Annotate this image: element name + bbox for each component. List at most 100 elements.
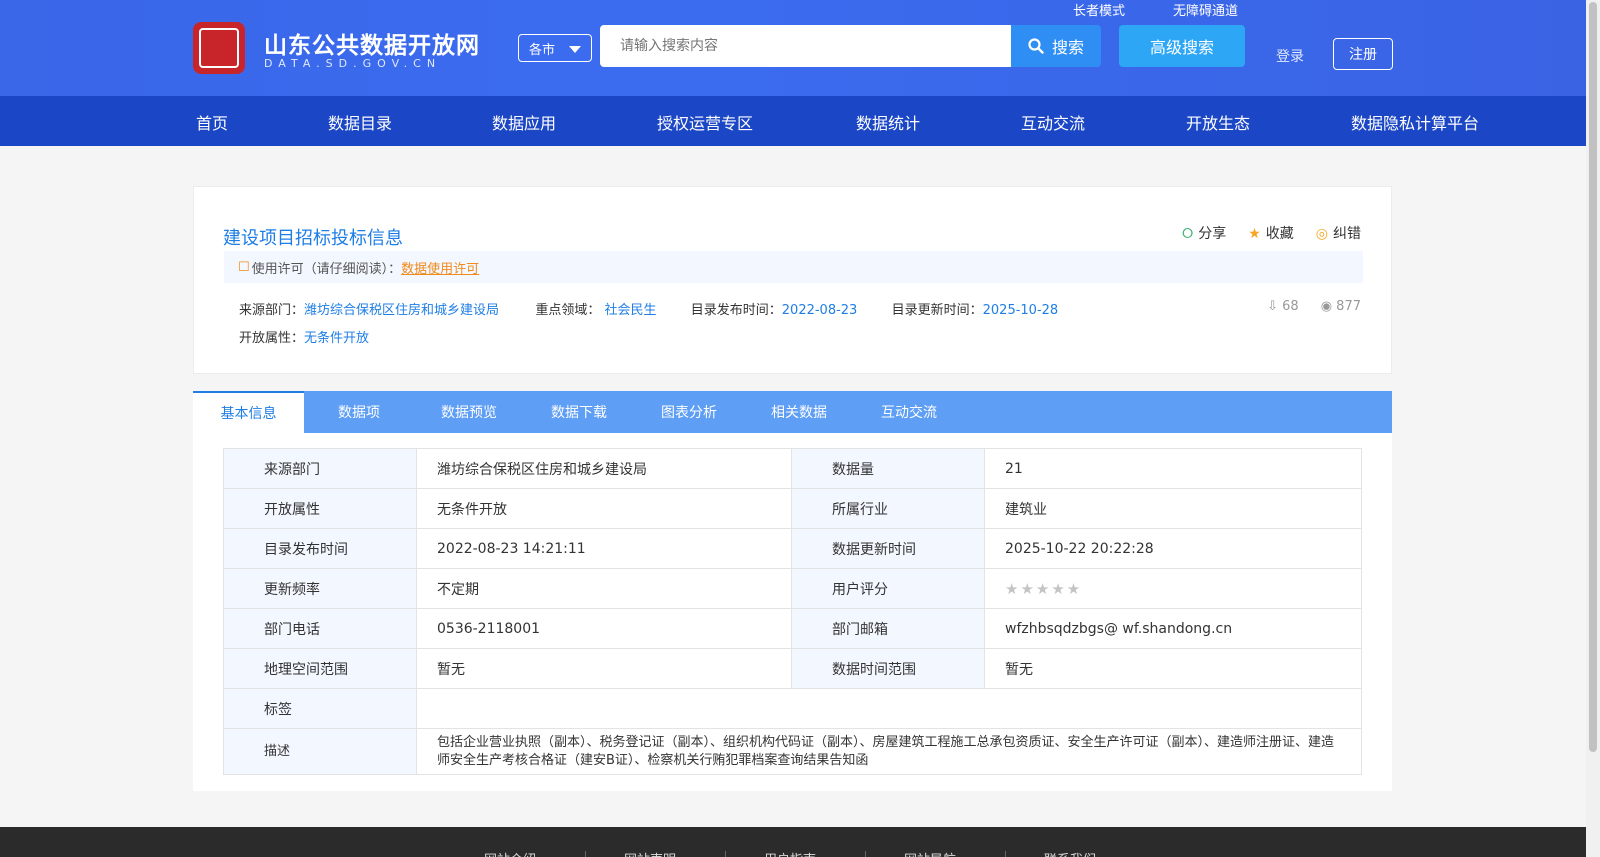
footer-link-guide[interactable]: 用户指南 — [764, 849, 816, 857]
site-logo-icon[interactable] — [193, 22, 245, 74]
search-button-label: 搜索 — [1051, 38, 1084, 57]
table-row: 地理空间范围 暂无 数据时间范围 暂无 — [223, 648, 1362, 689]
table-row: 描述 包括企业营业执照（副本）、税务登记证（副本）、组织机构代码证（副本）、房屋… — [223, 728, 1362, 775]
nav-item-privacy[interactable]: 数据隐私计算平台 — [1351, 110, 1479, 134]
info-label: 所属行业 — [791, 488, 985, 529]
tab-basic-info[interactable]: 基本信息 — [193, 391, 304, 433]
tab-related-data[interactable]: 相关数据 — [744, 391, 854, 433]
tab-interaction[interactable]: 互动交流 — [854, 391, 964, 433]
info-value: wfzhbsqdzbgs@ wf.shandong.cn — [984, 608, 1362, 649]
meta-row-2: 开放属性：无条件开放 — [239, 327, 369, 346]
user-rating[interactable]: ★★★★★ — [984, 568, 1362, 609]
bookmark-icon: ☐ — [238, 259, 250, 275]
footer-link-sitemap[interactable]: 网站导航 — [904, 849, 956, 857]
tag-value — [416, 688, 1362, 729]
nav-item-authorized[interactable]: 授权运营专区 — [657, 110, 753, 134]
source-value[interactable]: 潍坊综合保税区住房和城乡建设局 — [304, 303, 499, 318]
table-row: 来源部门 潍坊综合保税区住房和城乡建设局 数据量 21 — [223, 448, 1362, 489]
info-label: 部门邮箱 — [791, 608, 985, 649]
license-bar: ☐ 使用许可（请仔细阅读）： 数据使用许可 — [224, 251, 1363, 283]
site-header: 山东公共数据开放网 DATA.SD.GOV.CN 各市 搜索 高级搜索 长者模式… — [0, 0, 1586, 96]
site-title[interactable]: 山东公共数据开放网 — [264, 26, 480, 60]
info-value: 无条件开放 — [416, 488, 792, 529]
update-label: 目录更新时间： — [891, 303, 983, 318]
domain-label: 重点领域： — [535, 303, 601, 318]
search-input[interactable] — [600, 25, 1011, 67]
scrollbar-thumb[interactable] — [1589, 2, 1597, 752]
tab-chart-analysis[interactable]: 图表分析 — [634, 391, 744, 433]
nav-item-ecosystem[interactable]: 开放生态 — [1186, 110, 1250, 134]
download-count-value: 68 — [1282, 299, 1299, 314]
info-label: 数据更新时间 — [791, 528, 985, 569]
info-label: 来源部门 — [223, 448, 417, 489]
tab-data-preview[interactable]: 数据预览 — [414, 391, 524, 433]
info-value: 0536-2118001 — [416, 608, 792, 649]
search-button[interactable]: 搜索 — [1011, 25, 1101, 67]
elder-mode-link[interactable]: 长者模式 — [1073, 0, 1125, 19]
dataset-summary-card: 建设项目招标投标信息 ⭘ 分享 ★ 收藏 ◎ 纠错 ☐ 使用许可（请仔细阅读）： 数据… — [193, 186, 1392, 374]
info-value: 暂无 — [984, 648, 1362, 689]
open-value: 无条件开放 — [304, 331, 370, 346]
footer-link-statement[interactable]: 网站声明 — [624, 849, 676, 857]
tab-data-download[interactable]: 数据下载 — [524, 391, 634, 433]
share-button[interactable]: ⭘ 分享 — [1182, 223, 1226, 243]
table-row: 目录发布时间 2022-08-23 14:21:11 数据更新时间 2025-1… — [223, 528, 1362, 569]
advanced-search-button[interactable]: 高级搜索 — [1119, 25, 1245, 67]
register-button[interactable]: 注册 — [1333, 38, 1393, 70]
page-scrollbar[interactable] — [1586, 0, 1600, 857]
footer-divider — [865, 851, 866, 857]
nav-item-catalog[interactable]: 数据目录 — [328, 110, 392, 134]
city-select[interactable]: 各市 — [518, 34, 592, 62]
dataset-actions: ⭘ 分享 ★ 收藏 ◎ 纠错 — [1182, 223, 1361, 243]
info-label: 部门电话 — [223, 608, 417, 649]
domain-value[interactable]: 社会民生 — [604, 303, 656, 318]
favorite-button[interactable]: ★ 收藏 — [1248, 223, 1294, 243]
publish-value: 2022-08-23 — [781, 303, 858, 318]
info-label: 用户评分 — [791, 568, 985, 609]
nav-item-interaction[interactable]: 互动交流 — [1021, 110, 1085, 134]
eye-icon: ◉ — [1320, 299, 1333, 314]
info-label: 开放属性 — [223, 488, 417, 529]
nav-item-apps[interactable]: 数据应用 — [492, 110, 556, 134]
footer-link-contact[interactable]: 联系我们 — [1044, 849, 1096, 857]
basic-info-panel: 来源部门 潍坊综合保税区住房和城乡建设局 数据量 21 开放属性 无条件开放 所… — [193, 433, 1392, 791]
view-count-value: 877 — [1336, 299, 1361, 314]
info-label: 数据量 — [791, 448, 985, 489]
accessibility-link[interactable]: 无障碍通道 — [1173, 0, 1238, 19]
view-count: ◉ 877 — [1321, 299, 1361, 314]
footer-link-about[interactable]: 网站介绍 — [484, 849, 536, 857]
rating-stars-icon[interactable]: ★★★★★ — [1005, 580, 1082, 598]
download-count: ⇩ 68 — [1267, 299, 1299, 314]
desc-value: 包括企业营业执照（副本）、税务登记证（副本）、组织机构代码证（副本）、房屋建筑工… — [416, 728, 1362, 775]
detail-tabs: 基本信息 数据项 数据预览 数据下载 图表分析 相关数据 互动交流 — [193, 391, 1392, 433]
main-nav: 首页 数据目录 数据应用 授权运营专区 数据统计 互动交流 开放生态 数据隐私计… — [0, 96, 1586, 146]
favorite-label: 收藏 — [1265, 226, 1294, 242]
login-link[interactable]: 登录 — [1276, 46, 1304, 66]
table-row: 更新频率 不定期 用户评分 ★★★★★ — [223, 568, 1362, 609]
table-row: 标签 — [223, 688, 1362, 729]
star-icon: ★ — [1248, 226, 1261, 242]
magnifier-icon: ◎ — [1315, 226, 1328, 242]
info-label: 数据时间范围 — [791, 648, 985, 689]
correction-label: 纠错 — [1333, 226, 1361, 242]
license-link[interactable]: 数据使用许可 — [401, 258, 479, 277]
tab-data-items[interactable]: 数据项 — [304, 391, 414, 433]
correction-button[interactable]: ◎ 纠错 — [1316, 223, 1361, 243]
info-label: 更新频率 — [223, 568, 417, 609]
basic-info-table: 来源部门 潍坊综合保税区住房和城乡建设局 数据量 21 开放属性 无条件开放 所… — [223, 448, 1362, 775]
desc-label: 描述 — [223, 728, 417, 775]
tag-label: 标签 — [223, 688, 417, 729]
download-icon: ⇩ — [1267, 299, 1278, 314]
site-domain: DATA.SD.GOV.CN — [264, 57, 442, 70]
publish-label: 目录发布时间： — [690, 303, 782, 318]
nav-item-home[interactable]: 首页 — [196, 110, 228, 134]
info-label: 地理空间范围 — [223, 648, 417, 689]
info-value: 不定期 — [416, 568, 792, 609]
nav-item-stats[interactable]: 数据统计 — [856, 110, 920, 134]
table-row: 开放属性 无条件开放 所属行业 建筑业 — [223, 488, 1362, 529]
open-label: 开放属性： — [239, 331, 305, 346]
source-label: 来源部门： — [239, 303, 305, 318]
dataset-title: 建设项目招标投标信息 — [223, 228, 403, 249]
footer-divider — [1005, 851, 1006, 857]
site-footer: 网站介绍 网站声明 用户指南 网站导航 联系我们 — [0, 827, 1586, 857]
